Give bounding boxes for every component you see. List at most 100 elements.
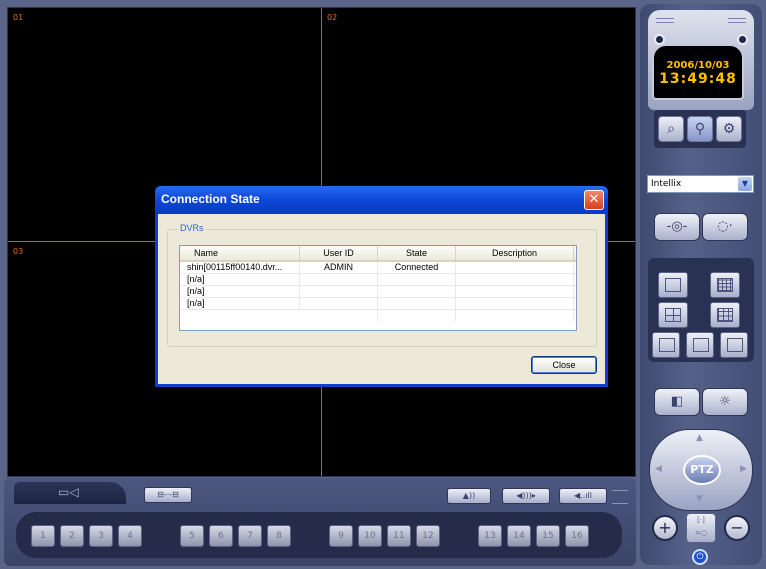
channel-button-15[interactable]: 15 <box>536 525 560 547</box>
empty-cell <box>300 310 378 321</box>
volume-icon: ◀..ıll <box>574 491 592 500</box>
column-header-state[interactable]: State <box>378 246 456 260</box>
channel-button-14[interactable]: 14 <box>507 525 531 547</box>
dvr-row[interactable]: [n/a] <box>180 274 576 286</box>
network-icon: ⊟-·-⊟ <box>157 490 179 499</box>
channel-button-13[interactable]: 13 <box>478 525 502 547</box>
dvr-viewer-app: 01 02 03 2006/10/03 13:49:48 ⌕ ⚲ ⚙ Intel… <box>0 0 766 569</box>
sequence-icon <box>659 338 675 352</box>
close-button[interactable]: Close <box>531 356 597 374</box>
close-app-icon[interactable] <box>737 34 748 45</box>
ptz-up-icon[interactable]: ▲ <box>696 433 703 443</box>
site-select[interactable]: Intellix ▼ <box>647 175 754 193</box>
sequence-button[interactable] <box>652 332 680 358</box>
snapshot-button[interactable]: ◧ <box>654 388 700 416</box>
right-control-panel: 2006/10/03 13:49:48 ⌕ ⚲ ⚙ Intellix ▼ -◎-… <box>640 4 762 565</box>
site-select-value: Intellix <box>651 179 682 189</box>
network-button[interactable]: ⊟-·-⊟ <box>144 487 192 503</box>
cell-user-id <box>300 274 378 285</box>
power-icon: ⏻ <box>696 552 704 562</box>
channel-button-8[interactable]: 8 <box>267 525 291 547</box>
dialog-title: Connection State <box>161 192 260 206</box>
power-button[interactable]: ⏻ <box>692 549 708 565</box>
dvr-list[interactable]: Name User ID State Description shin[0011… <box>179 245 577 331</box>
channel-button-4[interactable]: 4 <box>118 525 142 547</box>
setup-mode-button[interactable]: ⚲ <box>687 116 713 142</box>
dialog-titlebar[interactable]: Connection State ✕ <box>155 186 608 214</box>
focus-button[interactable]: [·] =○ <box>686 513 716 543</box>
cell-description <box>456 298 574 309</box>
column-header-description[interactable]: Description <box>456 246 574 260</box>
chevron-down-icon[interactable]: ▼ <box>738 177 752 191</box>
layout-16-button[interactable] <box>710 272 740 298</box>
adjust-icon: ☼ <box>719 394 731 409</box>
dialog-close-icon[interactable]: ✕ <box>584 190 604 210</box>
channel-button-9[interactable]: 9 <box>329 525 353 547</box>
disconnect-icon: ◌· <box>717 219 733 234</box>
dvr-row[interactable]: [n/a] <box>180 298 576 310</box>
channel-button-2[interactable]: 2 <box>60 525 84 547</box>
layout-9-button[interactable] <box>710 302 740 328</box>
tab-camera-list[interactable]: ▭◁ <box>14 482 126 504</box>
audio-in-button[interactable]: ◀..ıll <box>559 488 607 504</box>
channel-button-10[interactable]: 10 <box>358 525 382 547</box>
ptz-right-icon[interactable]: ▶ <box>740 464 747 474</box>
layout-2x2-icon <box>665 308 681 322</box>
cell-description <box>456 274 574 285</box>
search-mode-button[interactable]: ⌕ <box>658 116 684 142</box>
gear-icon: ⚙ <box>722 121 736 137</box>
audio-out-button[interactable]: ◀)))▸ <box>502 488 550 504</box>
zoom-in-button[interactable]: + <box>652 515 678 541</box>
pip-button[interactable] <box>686 332 714 358</box>
disconnect-button[interactable]: ◌· <box>702 213 748 241</box>
cell-state: Connected <box>378 262 456 273</box>
cell-description <box>456 262 574 273</box>
ptz-button[interactable]: PTZ <box>683 455 721 485</box>
settings-mode-button[interactable]: ⚙ <box>716 116 742 142</box>
cell-state <box>378 298 456 309</box>
record-icon: ▲)) <box>462 491 476 500</box>
datetime-display: 2006/10/03 13:49:48 <box>652 44 744 100</box>
record-button[interactable]: ▲)) <box>447 488 491 504</box>
channel-button-16[interactable]: 16 <box>565 525 589 547</box>
channel-button-5[interactable]: 5 <box>180 525 204 547</box>
dialog-body: DVRs Name User ID State Description shin… <box>158 214 605 384</box>
column-header-name[interactable]: Name <box>180 246 300 260</box>
channel-button-11[interactable]: 11 <box>387 525 411 547</box>
wrench-icon: ⚲ <box>694 121 706 137</box>
connect-button[interactable]: -◎- <box>654 213 700 241</box>
layout-single-button[interactable] <box>658 272 688 298</box>
snapshot-icon: ◧ <box>670 394 684 409</box>
channel-button-3[interactable]: 3 <box>89 525 113 547</box>
dvrs-group-label: DVRs <box>178 223 206 233</box>
column-header-user-id[interactable]: User ID <box>300 246 378 260</box>
camera-list-icon: ▭◁ <box>58 485 79 499</box>
search-icon: ⌕ <box>667 121 675 137</box>
channel-button-7[interactable]: 7 <box>238 525 262 547</box>
cell-user-id <box>300 298 378 309</box>
minus-icon: − <box>730 518 744 537</box>
fullscreen-button[interactable] <box>720 332 748 358</box>
cell-name: [n/a] <box>180 286 300 297</box>
ptz-left-icon[interactable]: ◀ <box>655 464 662 474</box>
layout-quad-button[interactable] <box>658 302 688 328</box>
ptz-pad[interactable]: ▲ ▼ ◀ ▶ PTZ <box>649 429 753 511</box>
dvr-row[interactable]: [n/a] <box>180 286 576 298</box>
cell-user-id: ADMIN <box>300 262 378 273</box>
zoom-out-button[interactable]: − <box>724 515 750 541</box>
adjust-button[interactable]: ☼ <box>702 388 748 416</box>
channel-button-strip: 1 2 3 4 5 6 7 8 9 10 11 12 13 14 15 16 <box>16 512 622 558</box>
channel-button-1[interactable]: 1 <box>31 525 55 547</box>
grip-right-icon <box>728 18 746 23</box>
cell-name: shin[00115ff00140.dvr... <box>180 262 300 273</box>
empty-cell <box>456 310 574 321</box>
dvr-row[interactable]: shin[00115ff00140.dvr... ADMIN Connected <box>180 262 576 274</box>
focus-icon: [·] =○ <box>695 516 707 537</box>
menu-grip-icon <box>612 490 628 504</box>
channel-button-6[interactable]: 6 <box>209 525 233 547</box>
ptz-down-icon[interactable]: ▼ <box>696 494 703 504</box>
fullscreen-icon <box>727 338 743 352</box>
channel-button-12[interactable]: 12 <box>416 525 440 547</box>
mode-toolbar: ⌕ ⚲ ⚙ <box>654 110 746 148</box>
plus-icon: + <box>658 518 672 537</box>
